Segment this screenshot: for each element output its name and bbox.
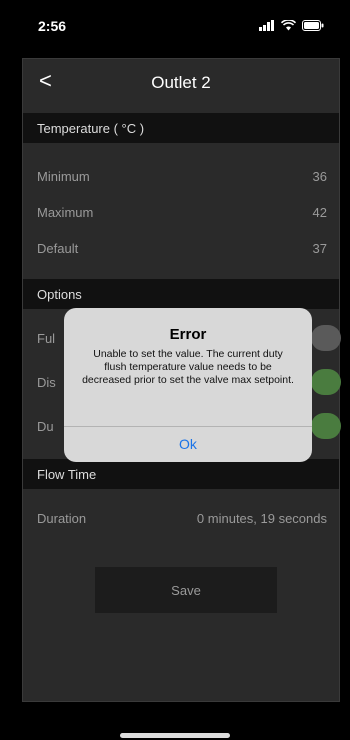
temperature-section-header: Temperature ( °C ) <box>23 113 339 143</box>
option-toggle[interactable] <box>311 413 341 439</box>
alert-message: Unable to set the value. The current dut… <box>82 348 294 386</box>
option-toggle[interactable] <box>311 369 341 395</box>
row-value: 36 <box>312 169 327 184</box>
home-indicator[interactable] <box>120 733 230 738</box>
default-row[interactable]: Default 37 <box>23 231 339 267</box>
duration-value: 0 minutes, 19 seconds <box>196 511 327 526</box>
row-label: Maximum <box>37 205 94 220</box>
options-section-header: Options <box>23 279 339 309</box>
page-title: Outlet 2 <box>151 73 211 92</box>
status-bar: 2:56 <box>0 0 350 58</box>
row-label: Minimum <box>37 169 90 184</box>
row-value: 42 <box>312 205 327 220</box>
section-header-label: Flow Time <box>37 467 97 482</box>
row-label: Ful <box>37 331 56 346</box>
status-icons <box>259 20 324 31</box>
nav-bar: < Outlet 2 <box>23 59 339 105</box>
signal-icon <box>259 20 274 31</box>
battery-icon <box>302 20 324 31</box>
flow-time-section-header: Flow Time <box>23 459 339 489</box>
error-alert-dialog: Error Unable to set the value. The curre… <box>64 308 312 462</box>
minimum-row[interactable]: Minimum 36 <box>23 159 339 195</box>
wifi-icon <box>281 20 296 31</box>
section-header-label: Temperature ( °C ) <box>37 121 145 136</box>
row-label: Dis <box>37 375 56 390</box>
row-label: Default <box>37 241 79 256</box>
ok-button[interactable]: Ok <box>64 426 312 462</box>
option-toggle[interactable] <box>311 325 341 351</box>
duration-row[interactable]: Duration 0 minutes, 19 seconds <box>23 501 339 537</box>
row-label: Du <box>37 419 54 434</box>
alert-title: Error <box>169 326 207 343</box>
save-button[interactable]: Save <box>95 567 277 613</box>
row-value: 37 <box>312 241 327 256</box>
maximum-row[interactable]: Maximum 42 <box>23 195 339 231</box>
status-time: 2:56 <box>38 18 67 34</box>
row-label: Duration <box>37 511 87 526</box>
section-header-label: Options <box>37 287 82 302</box>
